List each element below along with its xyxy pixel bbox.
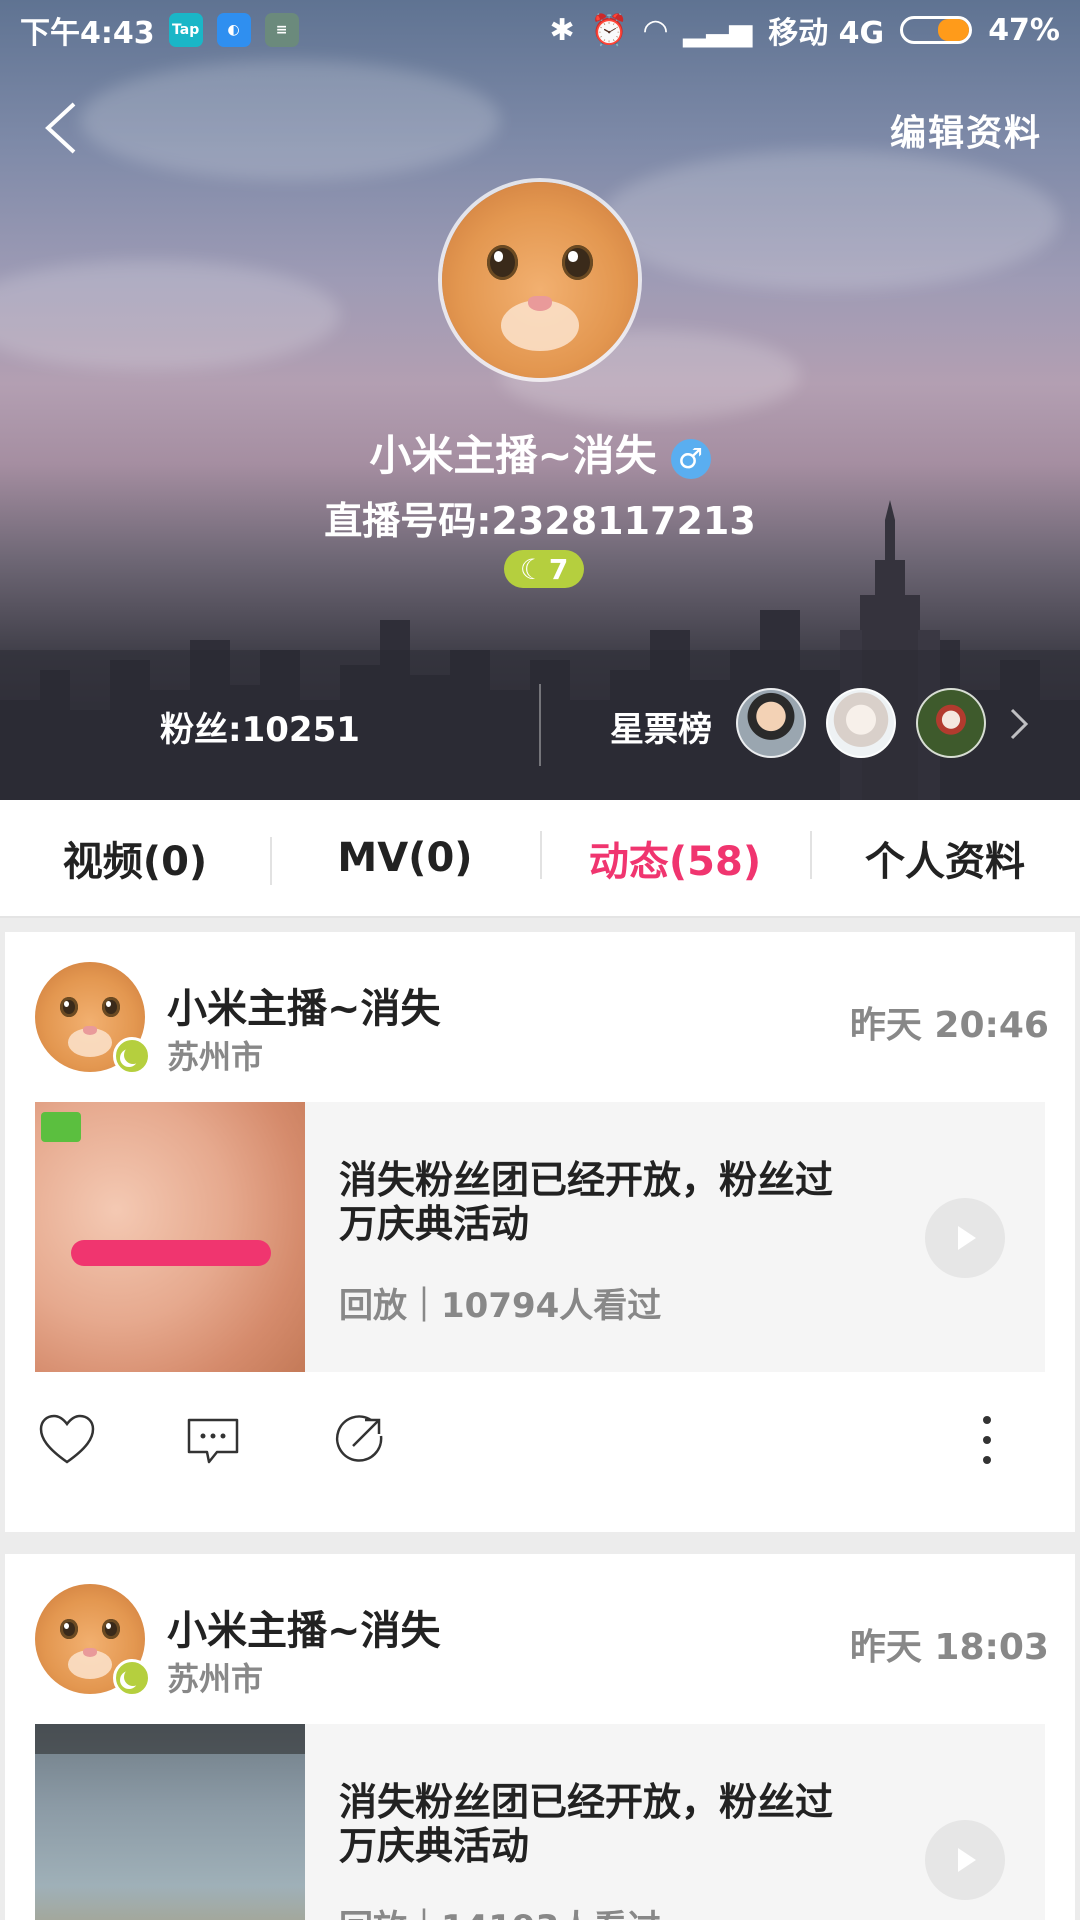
profile-tabs: 视频(0) MV(0) 动态(58) 个人资料 (0, 800, 1080, 918)
status-bar: 下午4:43 Tap ◐ ≡ ✱ ⏰ ◠ ▂▃▅ 移动 4G 47% (0, 0, 1080, 60)
moon-icon (113, 1659, 151, 1697)
post-time: 昨天 18:03 (849, 1627, 1049, 1668)
battery-percent: 47% (988, 12, 1060, 48)
bluetooth-icon: ✱ (549, 12, 575, 48)
tab-videos[interactable]: 视频(0) (0, 829, 270, 887)
more-vertical-icon[interactable] (967, 1410, 1007, 1470)
profile-stats-bar: 粉丝:10251 星票榜 (0, 650, 1080, 800)
moon-icon: ☾ (519, 552, 545, 586)
profile-name: 小米主播~消失 ♂ (0, 422, 1080, 483)
feed-post: 小米主播~消失 苏州市 昨天 20:46 消失粉丝团已经开放，粉丝过万庆典活动 … (5, 932, 1075, 1532)
post-location: 苏州市 (167, 1038, 264, 1076)
play-icon[interactable] (925, 1198, 1005, 1278)
alarm-icon: ⏰ (590, 12, 628, 48)
tap-app-icon: Tap (168, 13, 203, 47)
heart-icon[interactable] (37, 1410, 97, 1470)
tab-moments[interactable]: 动态(58) (540, 829, 810, 887)
replay-meta: 回放｜10794人看过 (339, 1286, 662, 1326)
play-icon[interactable] (925, 1820, 1005, 1900)
menu-app-icon: ≡ (264, 13, 299, 47)
post-actions (5, 1392, 1075, 1492)
profile-avatar[interactable] (438, 178, 642, 382)
star-rank-label[interactable]: 星票榜 (610, 702, 712, 751)
top-fan-avatar[interactable] (826, 688, 896, 758)
replay-card[interactable]: 消失粉丝团已经开放，粉丝过万庆典活动 回放｜10794人看过 (35, 1102, 1045, 1372)
replay-card[interactable]: 消失粉丝团已经开放，粉丝过万庆典活动 回放｜14193人看过 (35, 1724, 1045, 1920)
profile-name-text: 小米主播~消失 (369, 431, 657, 480)
cloud-decoration (600, 150, 1060, 290)
room-id: 直播号码:2328117213 (324, 499, 756, 543)
post-author[interactable]: 小米主播~消失 (167, 1598, 441, 1656)
replay-title: 消失粉丝团已经开放，粉丝过万庆典活动 (339, 1158, 834, 1246)
wifi-icon: ◠ (643, 12, 668, 48)
share-icon[interactable] (329, 1410, 389, 1470)
feed-post: 小米主播~消失 苏州市 昨天 18:03 消失粉丝团已经开放，粉丝过万庆典活动 … (5, 1554, 1075, 1920)
profile-header: 下午4:43 Tap ◐ ≡ ✱ ⏰ ◠ ▂▃▅ 移动 4G 47% 编辑资料 … (0, 0, 1080, 800)
browser-app-icon: ◐ (216, 13, 251, 47)
signal-icon: ▂▃▅ (683, 12, 753, 48)
cloud-decoration (80, 60, 500, 180)
back-icon[interactable] (40, 98, 80, 158)
status-time: 下午4:43 (20, 16, 155, 51)
comment-icon[interactable] (183, 1410, 243, 1470)
chevron-right-icon[interactable] (1006, 706, 1030, 742)
post-author[interactable]: 小米主播~消失 (167, 976, 441, 1034)
top-fan-avatar[interactable] (736, 688, 806, 758)
carrier-label: 移动 4G (768, 16, 885, 51)
edit-profile-button[interactable]: 编辑资料 (890, 104, 1042, 156)
level-value: 7 (548, 552, 569, 586)
replay-thumbnail (35, 1724, 305, 1920)
level-badge: ☾ 7 (504, 550, 584, 588)
cloud-decoration (0, 260, 340, 370)
replay-thumbnail (35, 1102, 305, 1372)
gender-male-icon: ♂ (670, 438, 711, 479)
top-fan-avatar[interactable] (916, 688, 986, 758)
replay-title: 消失粉丝团已经开放，粉丝过万庆典活动 (339, 1780, 834, 1868)
replay-meta: 回放｜14193人看过 (339, 1900, 661, 1920)
post-location: 苏州市 (167, 1660, 264, 1698)
tab-personal-info[interactable]: 个人资料 (810, 829, 1080, 887)
fans-count[interactable]: 粉丝:10251 (160, 702, 360, 751)
divider (539, 684, 541, 766)
battery-icon (900, 16, 973, 44)
moon-icon (113, 1037, 151, 1075)
tab-mv[interactable]: MV(0) (270, 835, 540, 885)
post-time: 昨天 20:46 (849, 1005, 1049, 1046)
